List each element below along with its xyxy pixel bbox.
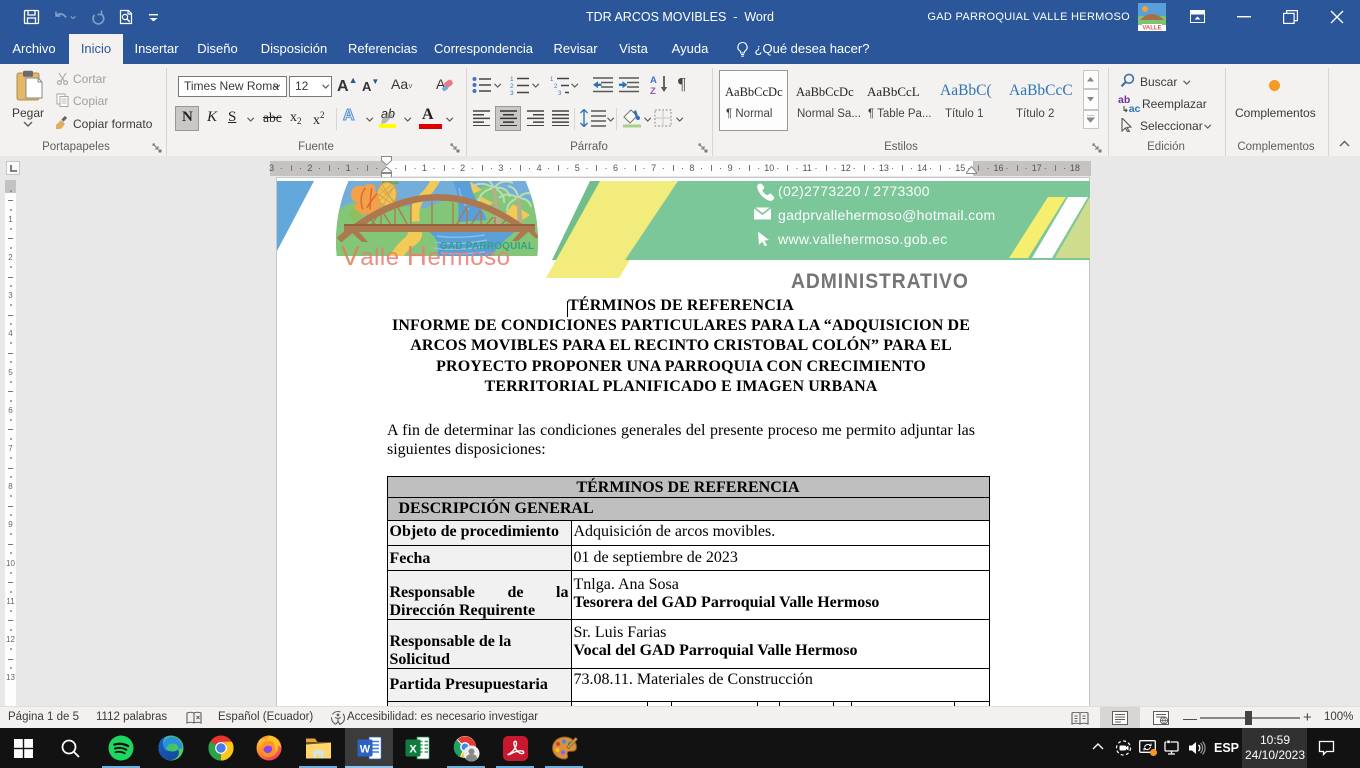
svg-text:VALLE: VALLE bbox=[1142, 26, 1161, 32]
svg-text:2: 2 bbox=[554, 84, 558, 90]
svg-text:A: A bbox=[650, 75, 657, 86]
svg-text:2: 2 bbox=[510, 83, 514, 90]
svg-text:3: 3 bbox=[558, 91, 562, 95]
svg-text:X: X bbox=[409, 744, 417, 756]
svg-text:3: 3 bbox=[510, 90, 514, 95]
svg-text:Z: Z bbox=[650, 86, 656, 95]
svg-text:1: 1 bbox=[510, 76, 514, 83]
svg-text:1: 1 bbox=[550, 77, 554, 83]
svg-text:W: W bbox=[360, 744, 371, 756]
